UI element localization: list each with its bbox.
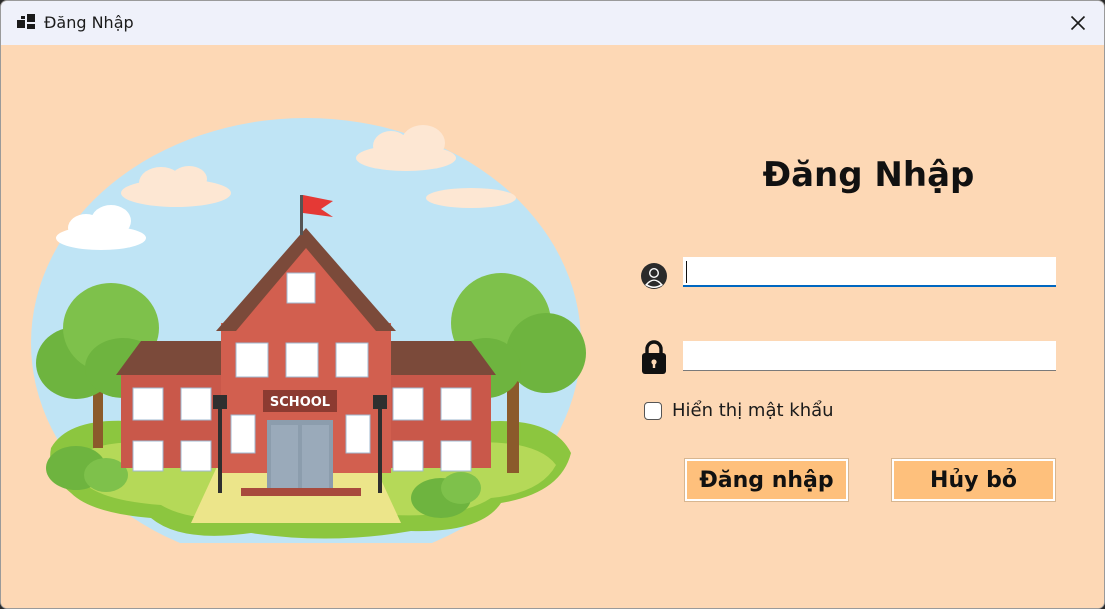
login-window: Đăng Nhập SCHOOL Đăng Nhập Hiển thị mật …: [0, 0, 1105, 609]
password-input[interactable]: [683, 341, 1056, 371]
user-icon: [641, 263, 667, 289]
close-icon: [1070, 15, 1086, 31]
text-caret: [686, 261, 687, 283]
title-bar[interactable]: Đăng Nhập: [1, 1, 1104, 45]
show-password-label: Hiển thị mật khẩu: [672, 400, 834, 421]
lock-icon: [642, 340, 666, 374]
login-button[interactable]: Đăng nhập: [684, 458, 849, 502]
school-sign-text: SCHOOL: [270, 395, 330, 410]
username-input[interactable]: [683, 257, 1056, 287]
login-heading: Đăng Nhập: [762, 155, 975, 195]
school-illustration: SCHOOL: [31, 118, 586, 543]
cancel-button[interactable]: Hủy bỏ: [891, 458, 1056, 502]
app-window-icon: [17, 14, 35, 29]
show-password-toggle[interactable]: Hiển thị mật khẩu: [644, 400, 834, 421]
show-password-checkbox[interactable]: [644, 401, 662, 420]
window-title: Đăng Nhập: [44, 13, 134, 32]
close-button[interactable]: [1052, 1, 1104, 45]
login-content: SCHOOL Đăng Nhập Hiển thị mật khẩu Đăng …: [1, 45, 1104, 608]
